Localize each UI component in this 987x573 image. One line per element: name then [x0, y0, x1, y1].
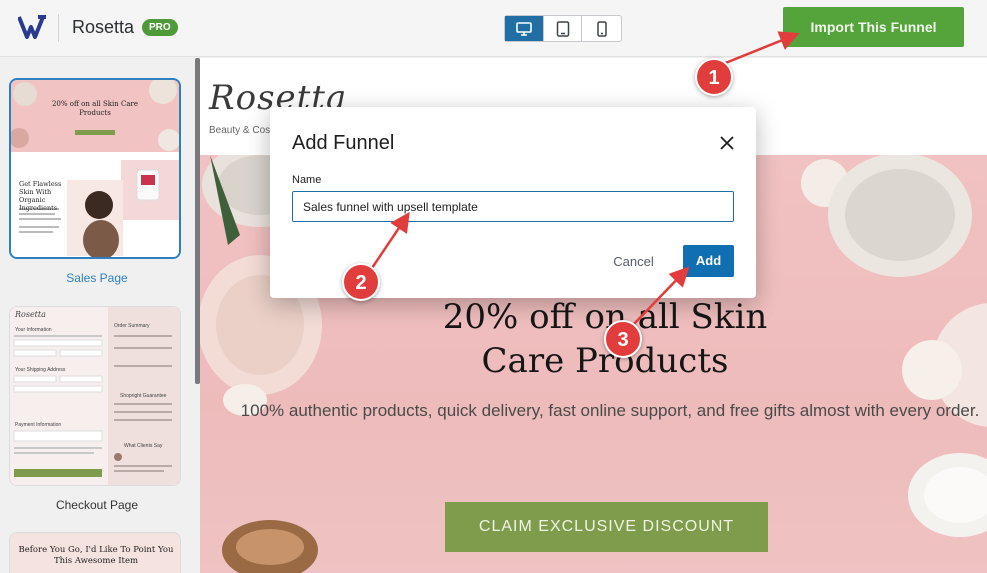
- device-switcher: [504, 15, 622, 42]
- sales-thumb-headline: 20% off on all Skin Care Products: [51, 100, 139, 117]
- app-window: Rosetta PRO Import This Funnel 20% off o…: [0, 0, 987, 573]
- claim-discount-button[interactable]: CLAIM EXCLUSIVE DISCOUNT: [445, 502, 768, 552]
- tablet-icon: [556, 20, 569, 37]
- wpfunnels-logo: [18, 15, 46, 39]
- dialog-title: Add Funnel: [292, 132, 395, 154]
- hero-title: 20% off on all Skin Care Products: [200, 295, 987, 383]
- name-field-label: Name: [292, 174, 322, 186]
- template-title: Rosetta: [72, 17, 135, 37]
- mobile-icon: [596, 20, 607, 37]
- sales-page-thumbnail[interactable]: 20% off on all Skin Care Products Get Fl…: [9, 78, 181, 259]
- add-button[interactable]: Add: [683, 245, 734, 277]
- desktop-icon: [516, 21, 532, 36]
- page-list-sidebar: 20% off on all Skin Care Products Get Fl…: [0, 58, 194, 573]
- add-funnel-dialog: Add Funnel Name Cancel Add: [270, 107, 756, 298]
- upsell-page-thumbnail[interactable]: Before You Go, I'd Like To Point You Thi…: [9, 532, 181, 573]
- annotation-marker-3: 3: [604, 320, 642, 358]
- checkout-thumb-reviews: What Clients Say: [124, 443, 163, 449]
- close-button[interactable]: [716, 132, 738, 154]
- cancel-button[interactable]: Cancel: [602, 247, 665, 277]
- checkout-thumb-summary: Order Summary: [114, 323, 150, 329]
- hero-title-line-1: 20% off on all Skin: [442, 297, 768, 337]
- checkout-thumb-billing: Your Information: [15, 327, 52, 333]
- sales-page-label[interactable]: Sales Page: [0, 271, 194, 285]
- close-icon: [720, 136, 734, 150]
- divider: [58, 14, 59, 42]
- sales-thumb-section: Get Flawless Skin With Organic Ingredien…: [19, 180, 62, 212]
- annotation-marker-1: 1: [695, 58, 733, 96]
- checkout-thumb-payment: Payment Information: [15, 422, 62, 428]
- pro-badge: PRO: [142, 19, 178, 36]
- checkout-thumb-shipping: Your Shipping Address: [15, 367, 66, 373]
- annotation-marker-2: 2: [342, 263, 380, 301]
- checkout-thumb-brand: Rosetta: [15, 310, 46, 319]
- hero-subtitle: 100% authentic products, quick delivery,…: [240, 401, 980, 420]
- checkout-page-thumbnail[interactable]: Rosetta Your Information Your Shipping A…: [9, 306, 181, 486]
- top-bar: Rosetta PRO Import This Funnel: [0, 0, 987, 57]
- checkout-thumb-guarantee: Shopright Guarantee: [120, 393, 167, 399]
- desktop-view-button[interactable]: [505, 16, 544, 41]
- mobile-view-button[interactable]: [582, 16, 621, 41]
- funnel-name-input[interactable]: [292, 191, 734, 222]
- import-funnel-button[interactable]: Import This Funnel: [783, 7, 964, 47]
- tablet-view-button[interactable]: [544, 16, 583, 41]
- hero-title-line-2: Care Products: [481, 341, 729, 381]
- checkout-page-label[interactable]: Checkout Page: [0, 498, 194, 512]
- upsell-thumb-headline: Before You Go, I'd Like To Point You Thi…: [18, 545, 174, 566]
